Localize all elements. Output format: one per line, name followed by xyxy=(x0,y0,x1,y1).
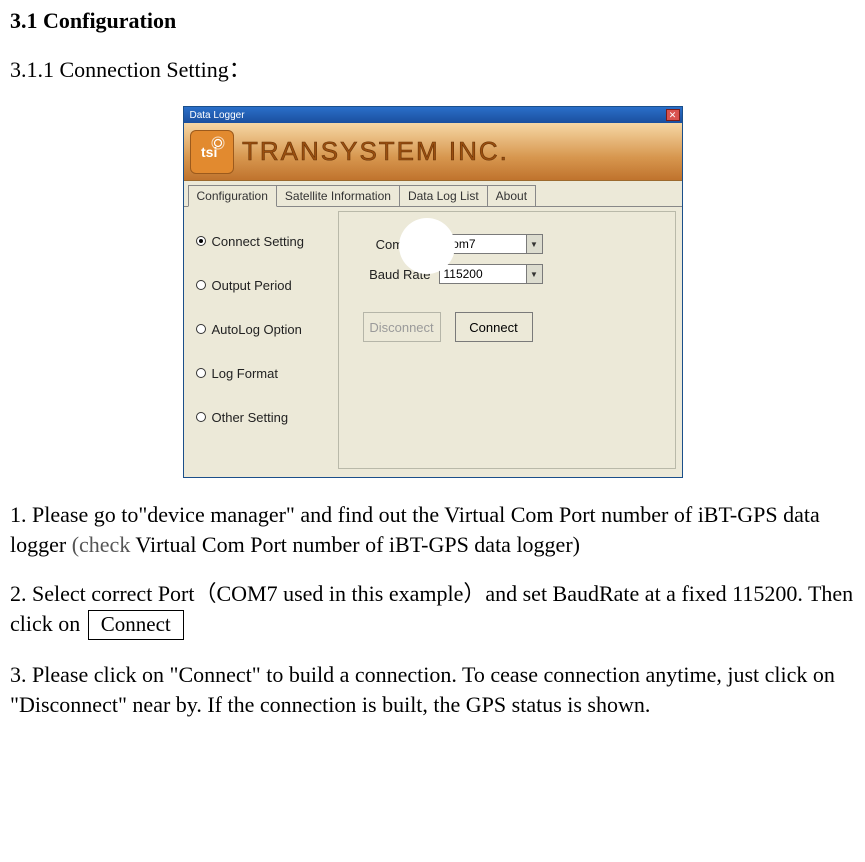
radio-label: Other Setting xyxy=(212,410,289,425)
window-titlebar: Data Logger ✕ xyxy=(184,107,682,123)
baud-rate-select[interactable]: 115200 ▼ xyxy=(439,264,543,284)
radio-dot-icon xyxy=(196,324,206,334)
step1-text-b: (check xyxy=(72,532,131,557)
chevron-down-icon: ▼ xyxy=(526,265,542,283)
step1-text-c: Virtual Com Port number of iBT-GPS data … xyxy=(130,532,580,557)
chevron-down-icon: ▼ xyxy=(526,235,542,253)
tab-satellite-information[interactable]: Satellite Information xyxy=(276,185,400,206)
tab-about[interactable]: About xyxy=(487,185,536,206)
instruction-step-1: 1. Please go to"device manager" and find… xyxy=(10,500,855,559)
tab-configuration[interactable]: Configuration xyxy=(188,185,277,207)
close-icon[interactable]: ✕ xyxy=(666,109,680,121)
svg-text:tsi: tsi xyxy=(201,144,217,160)
svg-text:TRANSYSTEM INC.: TRANSYSTEM INC. xyxy=(242,136,509,166)
connect-button[interactable]: Connect xyxy=(455,312,533,342)
radio-connect-setting[interactable]: Connect Setting xyxy=(194,219,334,263)
radio-label: Output Period xyxy=(212,278,292,293)
section-heading: 3.1 Configuration xyxy=(10,8,855,34)
baud-rate-value: 115200 xyxy=(444,267,526,281)
app-window: Data Logger ✕ tsi TRANSYSTEM INC. Config… xyxy=(183,106,683,478)
window-title: Data Logger xyxy=(190,110,245,121)
company-logo-icon: tsi xyxy=(190,130,234,174)
subsection-heading: 3.1.1 Connection Setting： xyxy=(10,52,855,84)
radio-dot-icon xyxy=(196,412,206,422)
radio-autolog-option[interactable]: AutoLog Option xyxy=(194,307,334,351)
button-row: Disconnect Connect xyxy=(353,312,661,342)
config-radiolist: Connect Setting Output Period AutoLog Op… xyxy=(190,211,338,469)
radio-other-setting[interactable]: Other Setting xyxy=(194,395,334,439)
disconnect-button[interactable]: Disconnect xyxy=(363,312,441,342)
tab-body: Connect Setting Output Period AutoLog Op… xyxy=(184,207,682,477)
radio-dot-icon xyxy=(196,280,206,290)
screenshot-container: Data Logger ✕ tsi TRANSYSTEM INC. Config… xyxy=(10,106,855,478)
radio-dot-icon xyxy=(196,368,206,378)
connect-button-inline: Connect xyxy=(88,610,184,640)
radio-label: AutoLog Option xyxy=(212,322,302,337)
tab-strip: Configuration Satellite Information Data… xyxy=(184,181,682,207)
radio-label: Connect Setting xyxy=(212,234,305,249)
config-panel: Com Port Com7 ▼ Baud Rate 115200 ▼ Disco… xyxy=(338,211,676,469)
radio-dot-icon xyxy=(196,236,206,246)
com-port-value: Com7 xyxy=(444,237,526,251)
tab-data-log-list[interactable]: Data Log List xyxy=(399,185,488,206)
status-indicator-icon xyxy=(399,218,455,274)
radio-label: Log Format xyxy=(212,366,278,381)
radio-output-period[interactable]: Output Period xyxy=(194,263,334,307)
instruction-step-3: 3. Please click on "Connect" to build a … xyxy=(10,660,855,719)
company-name: TRANSYSTEM INC. xyxy=(234,130,658,174)
company-banner: tsi TRANSYSTEM INC. xyxy=(184,123,682,181)
instruction-step-2: 2. Select correct Port（COM7 used in this… xyxy=(10,579,855,640)
baud-rate-row: Baud Rate 115200 ▼ xyxy=(353,264,661,284)
radio-log-format[interactable]: Log Format xyxy=(194,351,334,395)
